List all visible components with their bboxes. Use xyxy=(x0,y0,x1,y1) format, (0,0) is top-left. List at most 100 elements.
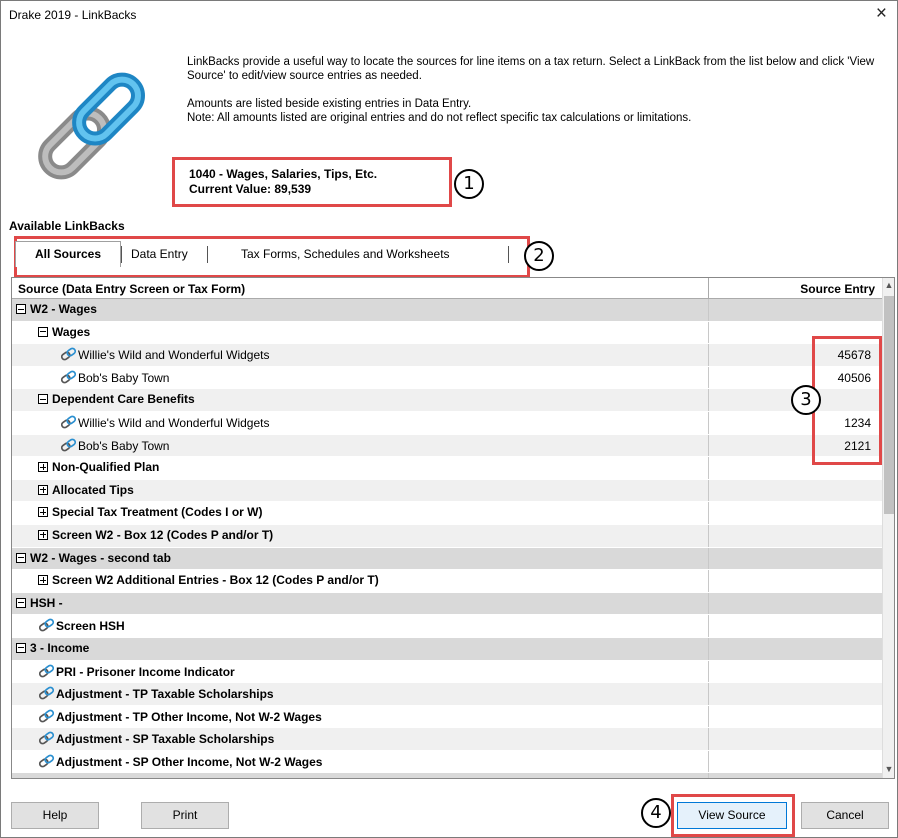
tree-row-label: 3 - Income xyxy=(16,641,89,655)
expand-box-icon[interactable] xyxy=(38,529,48,540)
tree-row[interactable]: Willie's Wild and Wonderful Widgets 45678 xyxy=(12,344,882,367)
tab-all-sources[interactable]: All Sources xyxy=(15,241,121,267)
grid-header: Source (Data Entry Screen or Tax Form) S… xyxy=(12,278,882,299)
tree-row[interactable]: W2 - Wages xyxy=(12,299,882,322)
tree-row-text: Screen HSH xyxy=(56,619,125,634)
values-highlight xyxy=(812,336,882,465)
tab-data-entry[interactable]: Data Entry xyxy=(131,244,188,265)
tree-row[interactable]: Willie's Wild and Wonderful Widgets 1234 xyxy=(12,411,882,435)
window-title: Drake 2019 - LinkBacks xyxy=(9,8,137,22)
tree-row-label: Adjustment - SP Other Income, Not W-2 Wa… xyxy=(38,754,322,769)
collapse-box-icon[interactable] xyxy=(16,778,26,779)
source-entry-cell xyxy=(708,547,883,570)
tree-row-text: Dependent Care Benefits xyxy=(52,392,195,407)
expand-box-icon[interactable] xyxy=(38,575,48,586)
tree-row-text: Screen W2 Additional Entries - Box 12 (C… xyxy=(52,573,379,588)
tree-row[interactable]: Wages xyxy=(12,321,882,345)
grid-rows: W2 - Wages Wages Willie's Wild and Wonderf… xyxy=(12,299,883,779)
tree-row-text: Screen W2 - Box 12 (Codes P and/or T) xyxy=(52,527,274,542)
tree-row[interactable]: Adjustment - TP Other Income, Not W-2 Wa… xyxy=(12,705,882,729)
intro-line-1: LinkBacks provide a useful way to locate… xyxy=(187,56,875,82)
title-bar: Drake 2019 - LinkBacks × xyxy=(1,1,897,29)
chain-link-icon xyxy=(60,415,77,429)
close-icon[interactable]: × xyxy=(876,3,887,25)
chain-link-icon xyxy=(38,618,55,632)
tree-row-text: Adjustment - TP Taxable Scholarships xyxy=(56,687,274,702)
column-header-source[interactable]: Source (Data Entry Screen or Tax Form) xyxy=(18,282,245,296)
collapse-box-icon[interactable] xyxy=(38,326,48,337)
tree-row-text: 3 - Income xyxy=(30,640,90,655)
tree-row[interactable]: HSH - xyxy=(12,592,883,616)
tree-row-label: Dependent Care Benefits xyxy=(38,392,195,406)
tree-row-text: PRI - Prisoner Income Indicator xyxy=(56,664,235,679)
tree-row-label: HSH - xyxy=(16,596,63,610)
chain-link-icon xyxy=(60,370,77,384)
source-entry-cell xyxy=(708,299,883,321)
tree-row[interactable]: Non-Qualified Plan xyxy=(12,457,882,480)
tree-row-text: Willie's Wild and Wonderful Widgets xyxy=(78,348,270,363)
tree-row[interactable]: 3 - Income xyxy=(12,637,882,661)
vertical-scrollbar[interactable]: ▲ ▼ xyxy=(882,278,894,778)
tree-row[interactable]: Screen W2 Additional Entries - Box 12 (C… xyxy=(12,570,882,593)
column-header-entry-cell: Source Entry xyxy=(708,278,883,298)
tree-row[interactable]: Special Tax Treatment (Codes I or W) xyxy=(12,502,882,525)
callout-3: 3 xyxy=(791,385,821,415)
cancel-button[interactable]: Cancel xyxy=(801,802,889,829)
tree-row-text: HSH - xyxy=(30,595,63,610)
source-entry-cell xyxy=(708,570,883,592)
collapse-box-icon[interactable] xyxy=(16,304,26,314)
available-linkbacks-label: Available LinkBacks xyxy=(9,219,125,233)
source-entry-cell xyxy=(708,750,883,773)
tree-row-text: Special Tax Treatment (Codes I or W) xyxy=(52,505,263,520)
tree-row[interactable]: Bob's Baby Town 2121 xyxy=(12,434,882,458)
help-button[interactable]: Help xyxy=(11,802,99,829)
chain-link-logo-icon xyxy=(38,72,145,180)
expand-box-icon[interactable] xyxy=(38,484,48,495)
tree-row-text: Adjustment - SP Other Income, Not W-2 Wa… xyxy=(56,754,323,769)
tree-row[interactable]: Bob's Baby Town 40506 xyxy=(12,366,882,390)
tab-tax-forms[interactable]: Tax Forms, Schedules and Worksheets xyxy=(241,244,450,265)
tree-row-label: Adjustment - TP Other Income, Not W-2 Wa… xyxy=(38,709,322,724)
intro-line-3: Note: All amounts listed are original en… xyxy=(187,112,692,124)
tree-row[interactable]: W2 - Wages - second tab xyxy=(12,547,883,571)
scroll-up-icon[interactable]: ▲ xyxy=(884,280,894,290)
tab-separator xyxy=(121,246,122,263)
tree-row-text: W2 - Wages - second tab xyxy=(30,550,171,565)
view-source-button[interactable]: View Source xyxy=(677,802,787,829)
tree-row-text: W2 - Wages xyxy=(30,302,97,316)
scrollbar-thumb[interactable] xyxy=(884,296,894,514)
tree-row-text: Willie's Wild and Wonderful Widgets xyxy=(78,415,270,430)
tree-row[interactable]: 2441 - Child Care Credit xyxy=(12,773,882,779)
source-entry-cell xyxy=(708,683,883,705)
source-entry-cell xyxy=(708,615,883,637)
print-button[interactable]: Print xyxy=(141,802,229,829)
tree-row-text: 2441 - Child Care Credit xyxy=(30,776,165,778)
collapse-box-icon[interactable] xyxy=(16,642,26,653)
tree-row-label: Wages xyxy=(38,325,90,339)
tree-row[interactable]: Screen HSH xyxy=(12,615,882,638)
tree-row-label: Allocated Tips xyxy=(38,483,134,497)
tree-row[interactable]: Adjustment - TP Taxable Scholarships xyxy=(12,683,882,706)
chain-link-icon xyxy=(38,754,55,768)
tree-row[interactable]: PRI - Prisoner Income Indicator xyxy=(12,660,882,684)
tree-row-text: Wages xyxy=(52,324,91,339)
tree-row[interactable]: Adjustment - SP Other Income, Not W-2 Wa… xyxy=(12,750,883,774)
column-header-source-entry[interactable]: Source Entry xyxy=(800,282,875,296)
tree-row-label: W2 - Wages - second tab xyxy=(16,551,171,565)
scroll-down-icon[interactable]: ▼ xyxy=(884,764,894,774)
chain-link-icon xyxy=(38,709,55,723)
source-entry-cell xyxy=(708,592,883,615)
tree-row-text: Adjustment - SP Taxable Scholarships xyxy=(56,732,275,747)
chain-link-icon xyxy=(60,438,77,452)
expand-box-icon[interactable] xyxy=(38,462,48,473)
tree-row[interactable]: Screen W2 - Box 12 (Codes P and/or T) xyxy=(12,524,882,548)
chain-link-icon xyxy=(38,664,55,678)
tree-row-label: PRI - Prisoner Income Indicator xyxy=(38,664,235,679)
collapse-box-icon[interactable] xyxy=(16,552,26,563)
collapse-box-icon[interactable] xyxy=(38,394,48,405)
expand-box-icon[interactable] xyxy=(38,507,48,518)
tree-row[interactable]: Adjustment - SP Taxable Scholarships xyxy=(12,728,882,751)
collapse-box-icon[interactable] xyxy=(16,597,26,608)
tree-row[interactable]: Allocated Tips xyxy=(12,479,882,503)
tree-row[interactable]: Dependent Care Benefits xyxy=(12,389,882,412)
